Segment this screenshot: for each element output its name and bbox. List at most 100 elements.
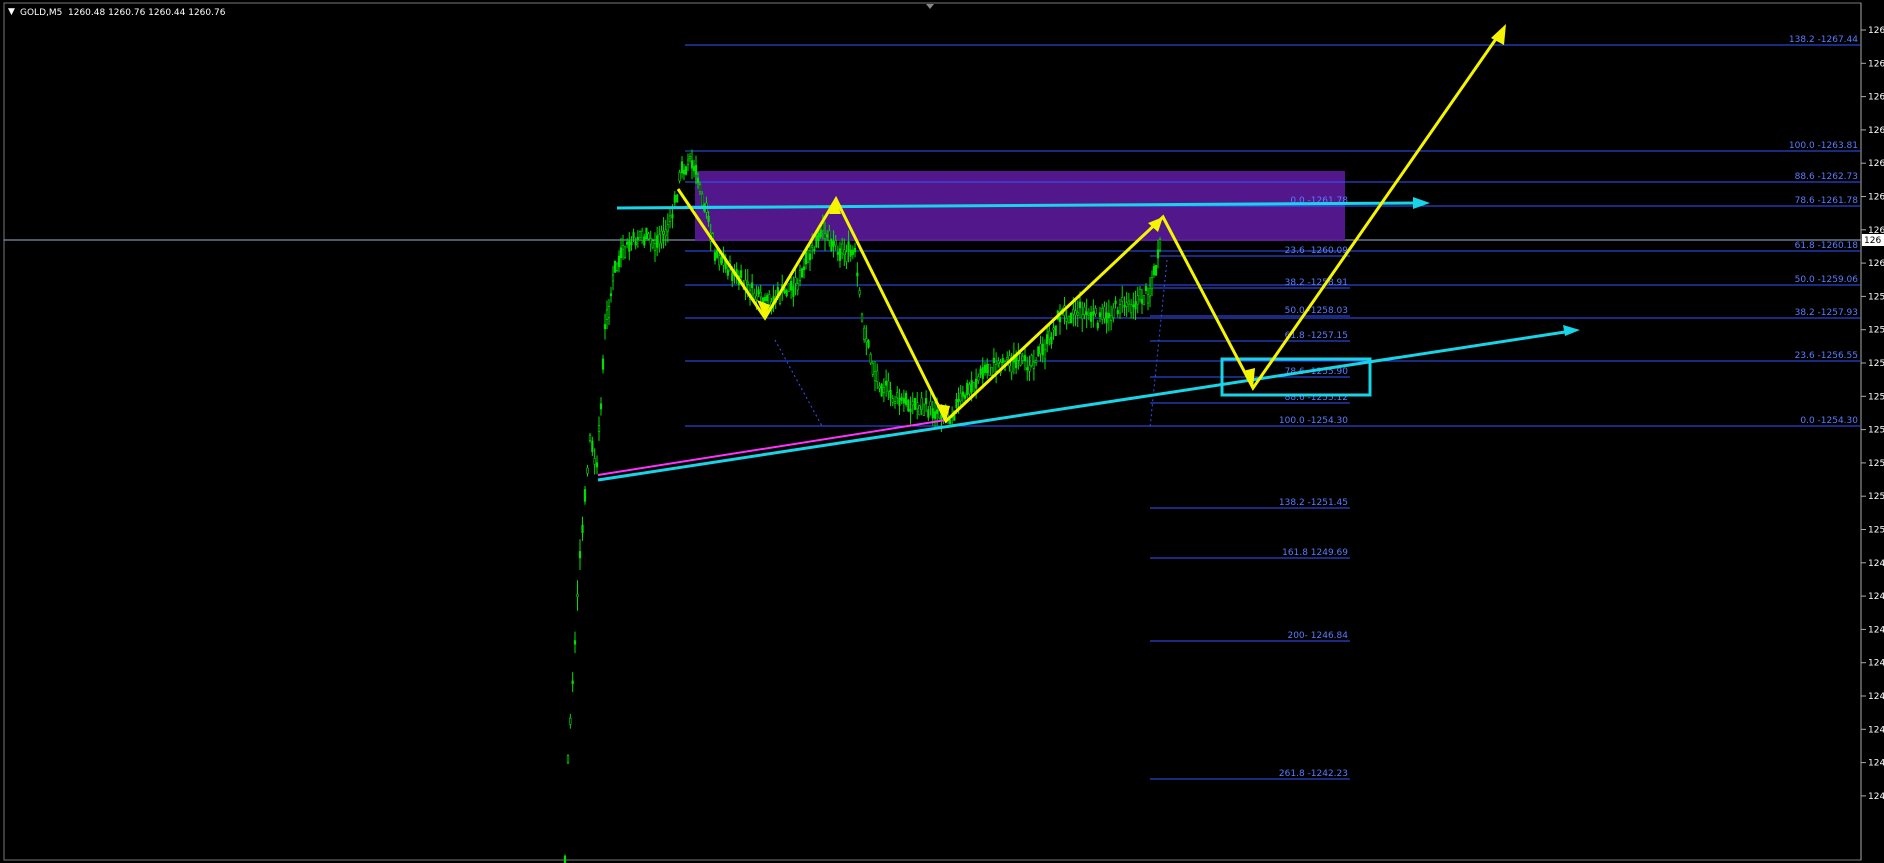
candle-body — [792, 286, 795, 297]
price-chart[interactable]: ▼ GOLD,M5 1260.48 1260.76 1260.44 1260.7… — [0, 0, 1884, 863]
candle-body — [898, 397, 901, 406]
candle-body — [1144, 286, 1148, 292]
candle-body — [873, 370, 877, 382]
candle-body — [966, 382, 969, 396]
candle-body — [1138, 288, 1142, 300]
candle-body — [1150, 277, 1154, 290]
cyan-rising-trendline[interactable] — [597, 330, 1566, 482]
candle-body — [893, 401, 897, 404]
candle-body — [671, 214, 674, 219]
candle-body — [931, 408, 934, 419]
candle-body — [808, 253, 812, 261]
candle-body — [591, 440, 594, 453]
chart-menu-arrow-icon[interactable]: ▼ — [8, 7, 15, 17]
price-axis-label: 125 — [1868, 292, 1884, 302]
candle-body — [909, 408, 912, 413]
candle-body — [1087, 312, 1090, 316]
candle-body — [1030, 354, 1033, 367]
candle-body — [651, 240, 654, 248]
candle-body — [759, 291, 762, 298]
chart-frame — [3, 2, 1862, 861]
candle-body — [790, 280, 793, 291]
candle-body — [1043, 349, 1047, 360]
candle-body — [588, 434, 592, 441]
candle-body — [1050, 336, 1053, 345]
candle-body — [649, 238, 652, 245]
candle-body — [815, 235, 818, 248]
candle-body — [1127, 300, 1130, 305]
price-axis-label: 125 — [1868, 426, 1884, 436]
candle-body — [621, 245, 625, 250]
candle-body — [1039, 343, 1042, 354]
candle-body — [802, 266, 806, 271]
candle-body — [746, 281, 749, 285]
candle-body — [630, 241, 633, 246]
candle-body — [595, 462, 599, 468]
candle-body — [666, 224, 669, 232]
fib-expansion-inner[interactable]: 0.0 -1261.7823.6 -1260.0938.2 -1258.9150… — [1150, 196, 1350, 780]
price-axis-label: 126 — [1868, 159, 1884, 169]
candle-body — [740, 270, 743, 278]
magenta-trendline[interactable] — [597, 419, 947, 476]
yellow-arrowhead-5 — [1243, 368, 1255, 388]
candle-body — [1081, 314, 1084, 320]
candle-body — [981, 367, 984, 379]
candle-body — [865, 338, 868, 343]
candle-body — [889, 390, 892, 399]
candle-body — [871, 363, 874, 375]
candle-body — [1114, 300, 1117, 305]
price-axis-label: 125 — [1868, 492, 1884, 502]
candle-body — [986, 363, 989, 374]
candlestick-series — [563, 149, 1162, 863]
candle-body — [641, 230, 644, 241]
candle-body — [858, 290, 861, 295]
candle-body — [581, 524, 584, 533]
candle-body — [843, 249, 846, 256]
fib-right-level-label: 78.6 -1261.78 — [1795, 196, 1859, 206]
candle-body — [617, 255, 621, 268]
fib-inner-level-label: 138.2 -1251.45 — [1279, 498, 1348, 508]
candle-body — [603, 324, 607, 330]
candle-body — [1090, 312, 1093, 322]
candle-body — [628, 240, 631, 252]
candle-body — [867, 340, 870, 348]
candle-body — [1035, 360, 1038, 364]
candle-body — [907, 399, 910, 412]
candle-body — [676, 194, 679, 203]
candle-body — [905, 392, 908, 405]
candle-body — [634, 241, 637, 246]
candle-body — [863, 327, 866, 341]
candle-body — [613, 260, 617, 273]
price-axis-label: 124 — [1868, 759, 1884, 769]
price-axis-label: 125 — [1868, 526, 1884, 536]
candle-body — [983, 364, 987, 373]
candle-body — [583, 489, 587, 502]
candle-body — [713, 252, 717, 261]
candle-body — [869, 354, 872, 364]
candle-body — [658, 234, 661, 245]
candle-body — [1010, 360, 1013, 373]
candle-body — [645, 227, 648, 240]
candle-body — [768, 294, 771, 305]
candle-body — [1052, 327, 1055, 331]
current-price-tag-label: 126 — [1864, 236, 1881, 246]
candle-body — [1078, 301, 1082, 309]
price-axis-label: 124 — [1868, 559, 1884, 569]
candle-body — [1105, 312, 1108, 324]
fib-inner-level-label: 161.8 1249.69 — [1282, 548, 1348, 558]
fib-right-level-label: 100.0 -1263.81 — [1789, 141, 1858, 151]
candle-body — [823, 233, 827, 240]
candle-body — [1067, 315, 1070, 324]
chart-shift-marker-icon[interactable] — [926, 4, 934, 9]
candle-body — [563, 855, 567, 863]
candle-body — [988, 363, 991, 376]
candle-body — [599, 403, 603, 410]
candle-body — [900, 396, 903, 401]
candle-body — [605, 309, 609, 320]
candle-body — [684, 166, 688, 175]
candle-body — [718, 255, 721, 266]
candle-body — [860, 313, 864, 322]
candle-body — [688, 156, 692, 160]
candle-body — [891, 398, 894, 403]
candle-body — [970, 380, 973, 393]
